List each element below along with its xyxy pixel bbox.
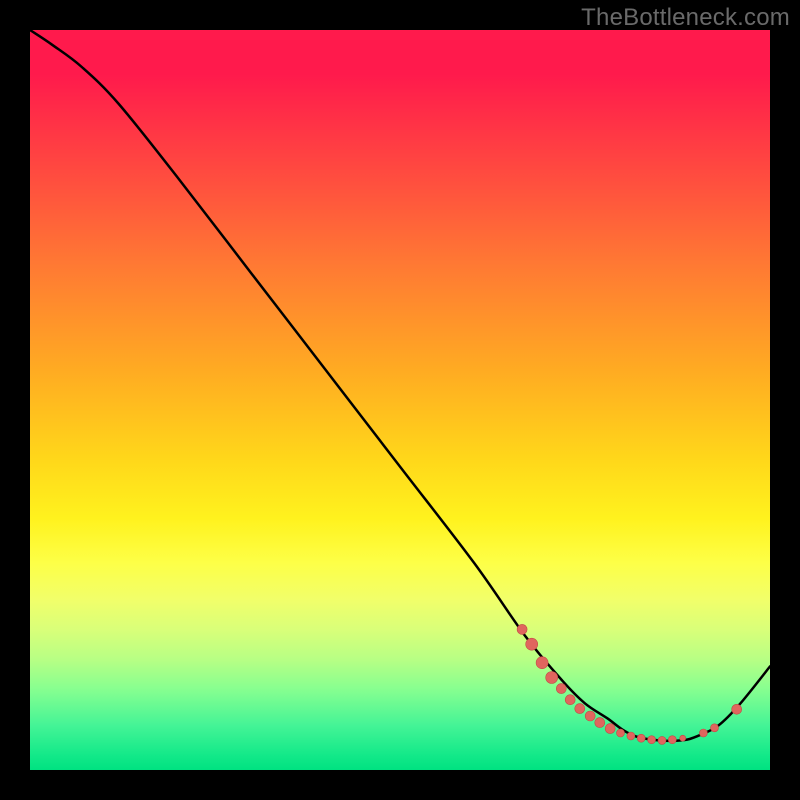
data-marker bbox=[648, 736, 656, 744]
data-marker bbox=[536, 657, 548, 669]
chart-frame: TheBottleneck.com bbox=[0, 0, 800, 800]
data-marker bbox=[658, 736, 666, 744]
data-markers bbox=[517, 624, 742, 744]
bottleneck-curve bbox=[30, 30, 770, 741]
data-marker bbox=[595, 718, 605, 728]
data-marker bbox=[680, 735, 686, 741]
data-marker bbox=[556, 684, 566, 694]
data-marker bbox=[732, 704, 742, 714]
data-marker bbox=[617, 729, 625, 737]
data-marker bbox=[565, 695, 575, 705]
data-marker bbox=[627, 732, 635, 740]
data-marker bbox=[637, 734, 645, 742]
data-marker bbox=[517, 624, 527, 634]
data-marker bbox=[605, 724, 615, 734]
data-marker bbox=[546, 672, 558, 684]
chart-svg bbox=[30, 30, 770, 770]
data-marker bbox=[699, 729, 707, 737]
plot-area bbox=[30, 30, 770, 770]
data-marker bbox=[526, 638, 538, 650]
data-marker bbox=[575, 704, 585, 714]
data-marker bbox=[585, 711, 595, 721]
data-marker bbox=[711, 724, 719, 732]
watermark-text: TheBottleneck.com bbox=[581, 4, 790, 32]
data-marker bbox=[668, 736, 676, 744]
